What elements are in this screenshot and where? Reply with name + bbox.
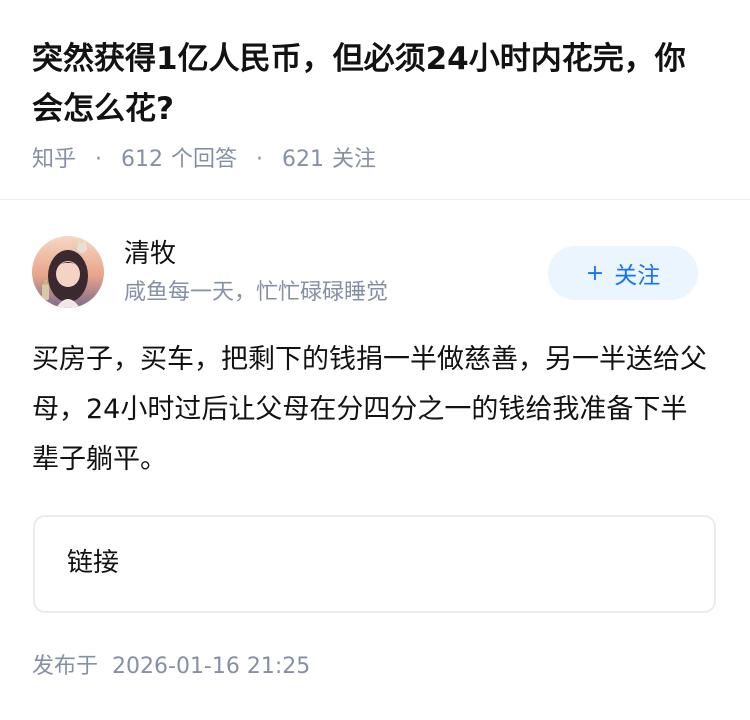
source-label[interactable]: 知乎: [32, 147, 76, 172]
question-meta: 知乎 · 612 个回答 · 621 关注: [32, 143, 376, 177]
follow-button[interactable]: + 关注: [548, 246, 698, 300]
author-bio: 咸鱼每一天，忙忙碌碌睡觉: [124, 280, 389, 305]
link-card[interactable]: 链接: [33, 515, 716, 613]
follower-count: 621: [282, 147, 325, 172]
follow-button-label: 关注: [614, 263, 661, 289]
plus-icon: +: [585, 260, 605, 286]
publish-info: 发布于 2026-01-16 21:25: [32, 650, 310, 684]
link-card-label: 链接: [67, 548, 120, 578]
answer-count-label[interactable]: 个回答: [171, 147, 237, 172]
publish-label: 发布于: [32, 654, 99, 679]
avatar-image: [32, 236, 104, 308]
answer-content: 买房子，买车，把剩下的钱捐一半做慈善，另一半送给父母，24小时过后让父母在分四分…: [32, 344, 707, 475]
answer-page: 突然获得1亿人民币，但必须24小时内花完，你会怎么花? 知乎 · 612 个回答 …: [0, 0, 750, 720]
meta-separator: ·: [256, 147, 264, 172]
divider: [0, 199, 750, 200]
meta-separator: ·: [95, 147, 103, 172]
question-title[interactable]: 突然获得1亿人民币，但必须24小时内花完，你会怎么花?: [32, 34, 692, 134]
follower-count-label[interactable]: 关注: [332, 147, 376, 172]
answer-count: 612: [121, 147, 164, 172]
avatar[interactable]: [32, 236, 104, 308]
author-name[interactable]: 清牧: [124, 236, 176, 272]
publish-date: 2026-01-16 21:25: [112, 654, 311, 679]
